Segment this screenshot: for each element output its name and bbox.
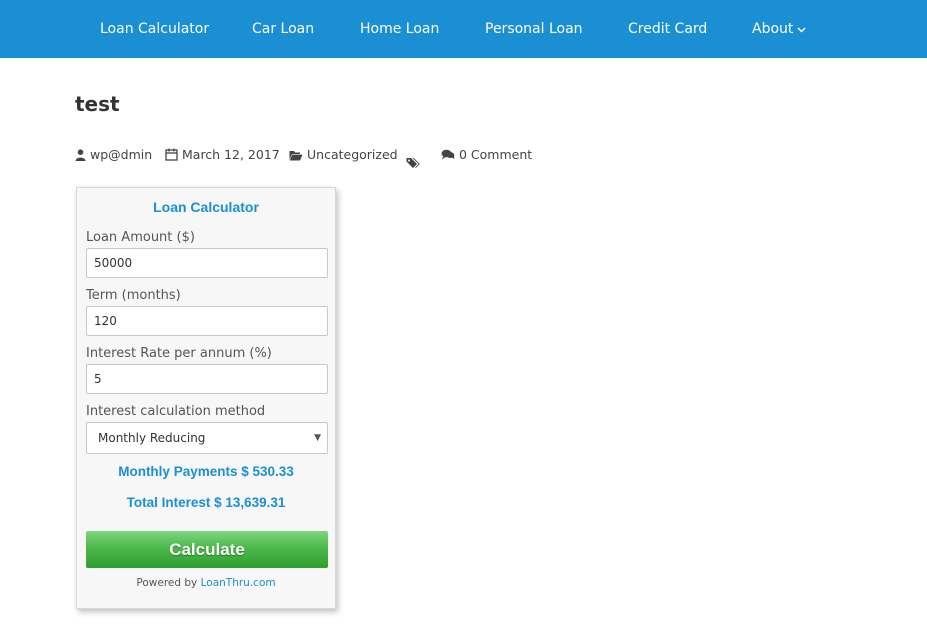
nav-item-about[interactable]: About bbox=[752, 0, 806, 58]
calculator-title: Loan Calculator bbox=[153, 199, 259, 215]
nav-item-loan-calculator[interactable]: Loan Calculator bbox=[100, 0, 209, 58]
post-author-name: wp@dmin bbox=[90, 147, 153, 162]
chevron-down-icon bbox=[797, 0, 806, 58]
top-navbar: Loan Calculator Car Loan Home Loan Perso… bbox=[0, 0, 927, 58]
monthly-payments-result: Monthly Payments $ 530.33 bbox=[118, 464, 294, 479]
nav-item-about-label: About bbox=[752, 21, 794, 37]
post-comments-text: 0 Comment bbox=[459, 147, 533, 162]
interest-rate-input[interactable] bbox=[86, 364, 328, 394]
loan-amount-label: Loan Amount ($) bbox=[86, 230, 195, 245]
caret-down-icon: ▼ bbox=[314, 433, 321, 443]
nav-item-car-loan[interactable]: Car Loan bbox=[252, 0, 314, 58]
nav-item-personal-loan[interactable]: Personal Loan bbox=[485, 0, 583, 58]
post-tags bbox=[406, 155, 425, 173]
interest-rate-label: Interest Rate per annum (%) bbox=[86, 346, 272, 361]
post-author[interactable]: wp@dmin bbox=[75, 146, 152, 164]
powered-by: Powered by LoanThru.com bbox=[77, 577, 335, 589]
post-comments[interactable]: 0 Comment bbox=[441, 146, 532, 164]
post-date-text: March 12, 2017 bbox=[182, 147, 280, 162]
term-label: Term (months) bbox=[86, 288, 181, 303]
tags-icon bbox=[406, 158, 420, 168]
loan-amount-input[interactable] bbox=[86, 248, 328, 278]
loan-calculator-widget: Loan Calculator Loan Amount ($) Term (mo… bbox=[76, 187, 336, 609]
post-date: March 12, 2017 bbox=[165, 146, 280, 164]
post-category[interactable]: Uncategorized bbox=[289, 146, 398, 164]
user-icon bbox=[75, 149, 86, 161]
calendar-icon bbox=[165, 148, 178, 161]
interest-method-select[interactable]: Monthly Reducing ▼ bbox=[86, 422, 328, 454]
loanthru-link[interactable]: LoanThru.com bbox=[201, 577, 276, 589]
interest-method-value: Monthly Reducing bbox=[98, 431, 206, 445]
term-input[interactable] bbox=[86, 306, 328, 336]
post-category-text: Uncategorized bbox=[307, 147, 398, 162]
total-interest-result: Total Interest $ 13,639.31 bbox=[126, 495, 286, 510]
powered-by-text: Powered by bbox=[136, 577, 198, 589]
calculate-button[interactable]: Calculate bbox=[86, 531, 328, 568]
post-title: test bbox=[75, 92, 120, 116]
comments-icon bbox=[441, 149, 455, 160]
folder-open-icon bbox=[289, 151, 303, 161]
nav-item-home-loan[interactable]: Home Loan bbox=[360, 0, 439, 58]
nav-item-credit-card[interactable]: Credit Card bbox=[628, 0, 707, 58]
interest-method-label: Interest calculation method bbox=[86, 404, 266, 419]
